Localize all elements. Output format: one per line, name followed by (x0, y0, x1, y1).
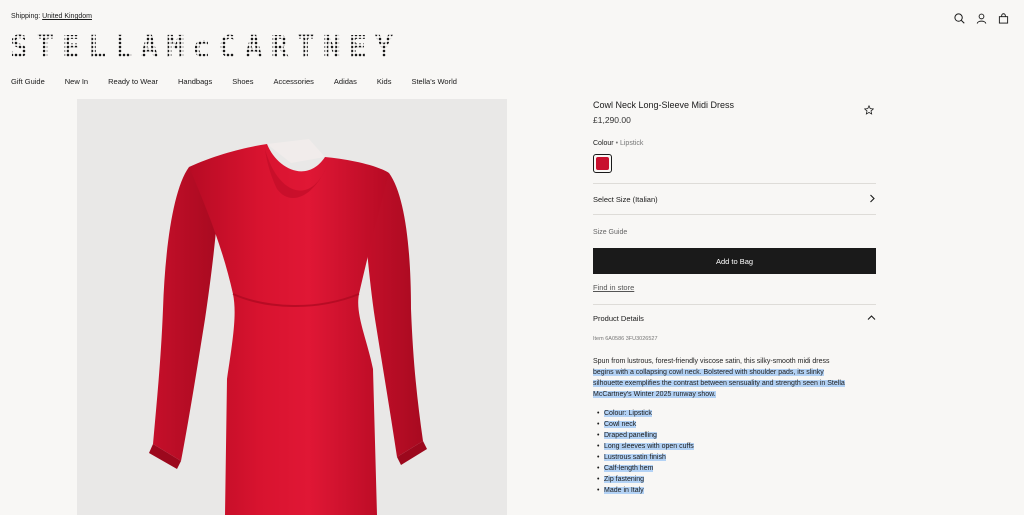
list-item: Cowl neck (597, 419, 876, 430)
wishlist-star-icon[interactable] (863, 102, 875, 115)
search-icon[interactable] (953, 12, 966, 25)
colour-value: Lipstick (619, 140, 644, 147)
main-nav: Gift Guide New In Ready to Wear Handbags… (11, 77, 477, 86)
account-icon[interactable] (975, 12, 988, 25)
shipping-label: Shipping: (11, 13, 41, 20)
product-image[interactable] (77, 99, 507, 515)
list-item: Long sleeves with open cuffs (597, 441, 876, 452)
logo-text: STELLAMcCARTNEY (10, 30, 401, 65)
feature-text: Zip fastening (604, 476, 645, 483)
feature-text: Draped panelling (604, 432, 657, 439)
chevron-up-icon (867, 314, 876, 323)
description-highlighted: begins with a collapsing cowl neck. Bols… (593, 369, 845, 398)
item-code: Item 6A0586 3FU3026527 (593, 336, 658, 342)
feature-text: Long sleeves with open cuffs (604, 443, 694, 450)
chevron-right-icon (869, 194, 876, 205)
nav-item-kids[interactable]: Kids (377, 77, 392, 86)
nav-item-gift-guide[interactable]: Gift Guide (11, 77, 45, 86)
find-in-store-link[interactable]: Find in store (593, 283, 634, 292)
feature-text: Made in Italy (604, 487, 644, 494)
divider (593, 214, 876, 215)
brand-logo[interactable]: STELLAMcCARTNEY (10, 33, 401, 63)
header-icons (953, 12, 1010, 25)
colour-row: Colour • Lipstick (593, 140, 876, 147)
description-plain: Spun from lustrous, forest-friendly visc… (593, 358, 830, 365)
nav-item-stellas-world[interactable]: Stella's World (411, 77, 456, 86)
product-panel: Cowl Neck Long-Sleeve Midi Dress £1,290.… (593, 100, 876, 496)
list-item: Lustrous satin finish (597, 452, 876, 463)
feature-text: Calf-length hem (604, 465, 654, 472)
list-item: Zip fastening (597, 474, 876, 485)
feature-text: Colour: Lipstick (604, 410, 652, 417)
list-item: Colour: Lipstick (597, 408, 876, 419)
nav-item-accessories[interactable]: Accessories (273, 77, 313, 86)
feature-list: Colour: Lipstick Cowl neck Draped panell… (593, 408, 876, 496)
product-details-label: Product Details (593, 314, 644, 323)
nav-item-new-in[interactable]: New In (65, 77, 88, 86)
bag-icon[interactable] (997, 12, 1010, 25)
nav-item-shoes[interactable]: Shoes (232, 77, 253, 86)
nav-item-adidas[interactable]: Adidas (334, 77, 357, 86)
list-item: Calf-length hem (597, 463, 876, 474)
select-size-row[interactable]: Select Size (Italian) (593, 184, 876, 214)
nav-item-ready-to-wear[interactable]: Ready to Wear (108, 77, 158, 86)
list-item: Draped panelling (597, 430, 876, 441)
product-description: Spun from lustrous, forest-friendly visc… (593, 356, 851, 400)
colour-label: Colour (593, 140, 614, 147)
colour-swatch[interactable] (593, 154, 612, 173)
colour-swatch-fill (596, 157, 609, 170)
shipping-country-link[interactable]: United Kingdom (42, 13, 92, 20)
feature-text: Lustrous satin finish (604, 454, 666, 461)
select-size-label: Select Size (Italian) (593, 194, 658, 204)
shipping-info: Shipping: United Kingdom (11, 13, 92, 20)
size-guide-link[interactable]: Size Guide (593, 229, 876, 236)
feature-text: Cowl neck (604, 421, 637, 428)
dress-illustration (149, 139, 427, 515)
add-to-bag-button[interactable]: Add to Bag (593, 248, 876, 274)
list-item: Made in Italy (597, 485, 876, 496)
nav-item-handbags[interactable]: Handbags (178, 77, 212, 86)
product-details-header[interactable]: Product Details (593, 304, 876, 330)
product-title: Cowl Neck Long-Sleeve Midi Dress (593, 100, 735, 110)
product-price: £1,290.00 (593, 115, 631, 125)
